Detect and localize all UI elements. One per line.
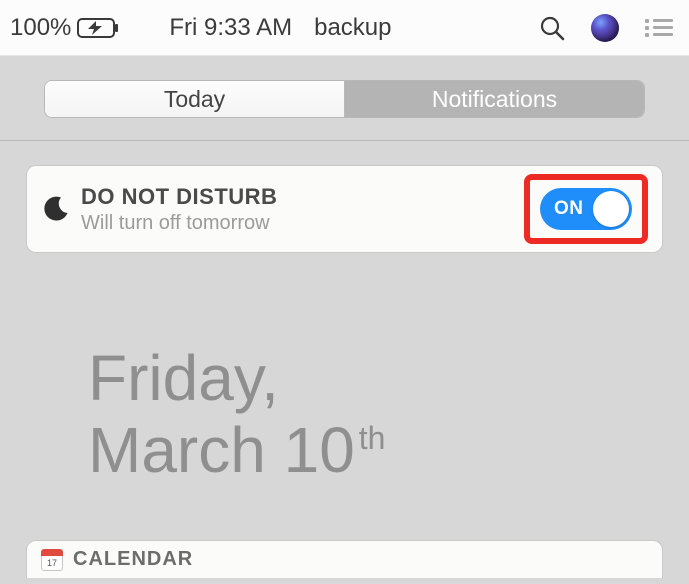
today-date-suffix: th xyxy=(359,420,386,456)
dnd-toggle[interactable]: ON xyxy=(540,188,632,230)
today-content: DO NOT DISTURB Will turn off tomorrow ON… xyxy=(0,165,689,578)
calendar-icon: 17 xyxy=(41,549,63,571)
dnd-toggle-label: ON xyxy=(554,198,584,220)
tab-notifications-label: Notifications xyxy=(432,86,557,113)
battery-percent-label: 100% xyxy=(10,14,71,42)
tab-today[interactable]: Today xyxy=(45,81,344,117)
today-date: Friday, March 10th xyxy=(88,343,689,486)
search-icon[interactable] xyxy=(539,15,565,41)
today-date-line1: Friday, xyxy=(88,343,689,415)
moon-icon xyxy=(39,195,73,223)
menu-bar-app-name[interactable]: backup xyxy=(314,14,391,42)
siri-icon[interactable] xyxy=(591,14,619,42)
today-date-prefix: March 10 xyxy=(88,414,355,486)
tab-bar-container: Today Notifications xyxy=(0,56,689,141)
do-not-disturb-card: DO NOT DISTURB Will turn off tomorrow ON xyxy=(26,165,663,253)
tab-today-label: Today xyxy=(164,86,225,113)
dnd-title: DO NOT DISTURB xyxy=(81,184,524,210)
calendar-header-label: CALENDAR xyxy=(73,548,193,571)
tab-bar: Today Notifications xyxy=(44,80,645,118)
menu-bar-clock[interactable]: Fri 9:33 AM xyxy=(169,14,292,42)
dnd-subtitle: Will turn off tomorrow xyxy=(81,212,524,235)
battery-status[interactable]: 100% xyxy=(10,14,119,42)
notification-center-icon[interactable] xyxy=(645,16,673,40)
today-date-line2: March 10th xyxy=(88,415,689,487)
calendar-widget-header[interactable]: 17 CALENDAR xyxy=(26,540,663,578)
battery-charging-icon xyxy=(77,18,119,38)
tab-notifications[interactable]: Notifications xyxy=(344,81,644,117)
dnd-toggle-highlight: ON xyxy=(524,174,648,244)
dnd-toggle-knob xyxy=(593,191,629,227)
menu-bar: 100% Fri 9:33 AM backup xyxy=(0,0,689,56)
